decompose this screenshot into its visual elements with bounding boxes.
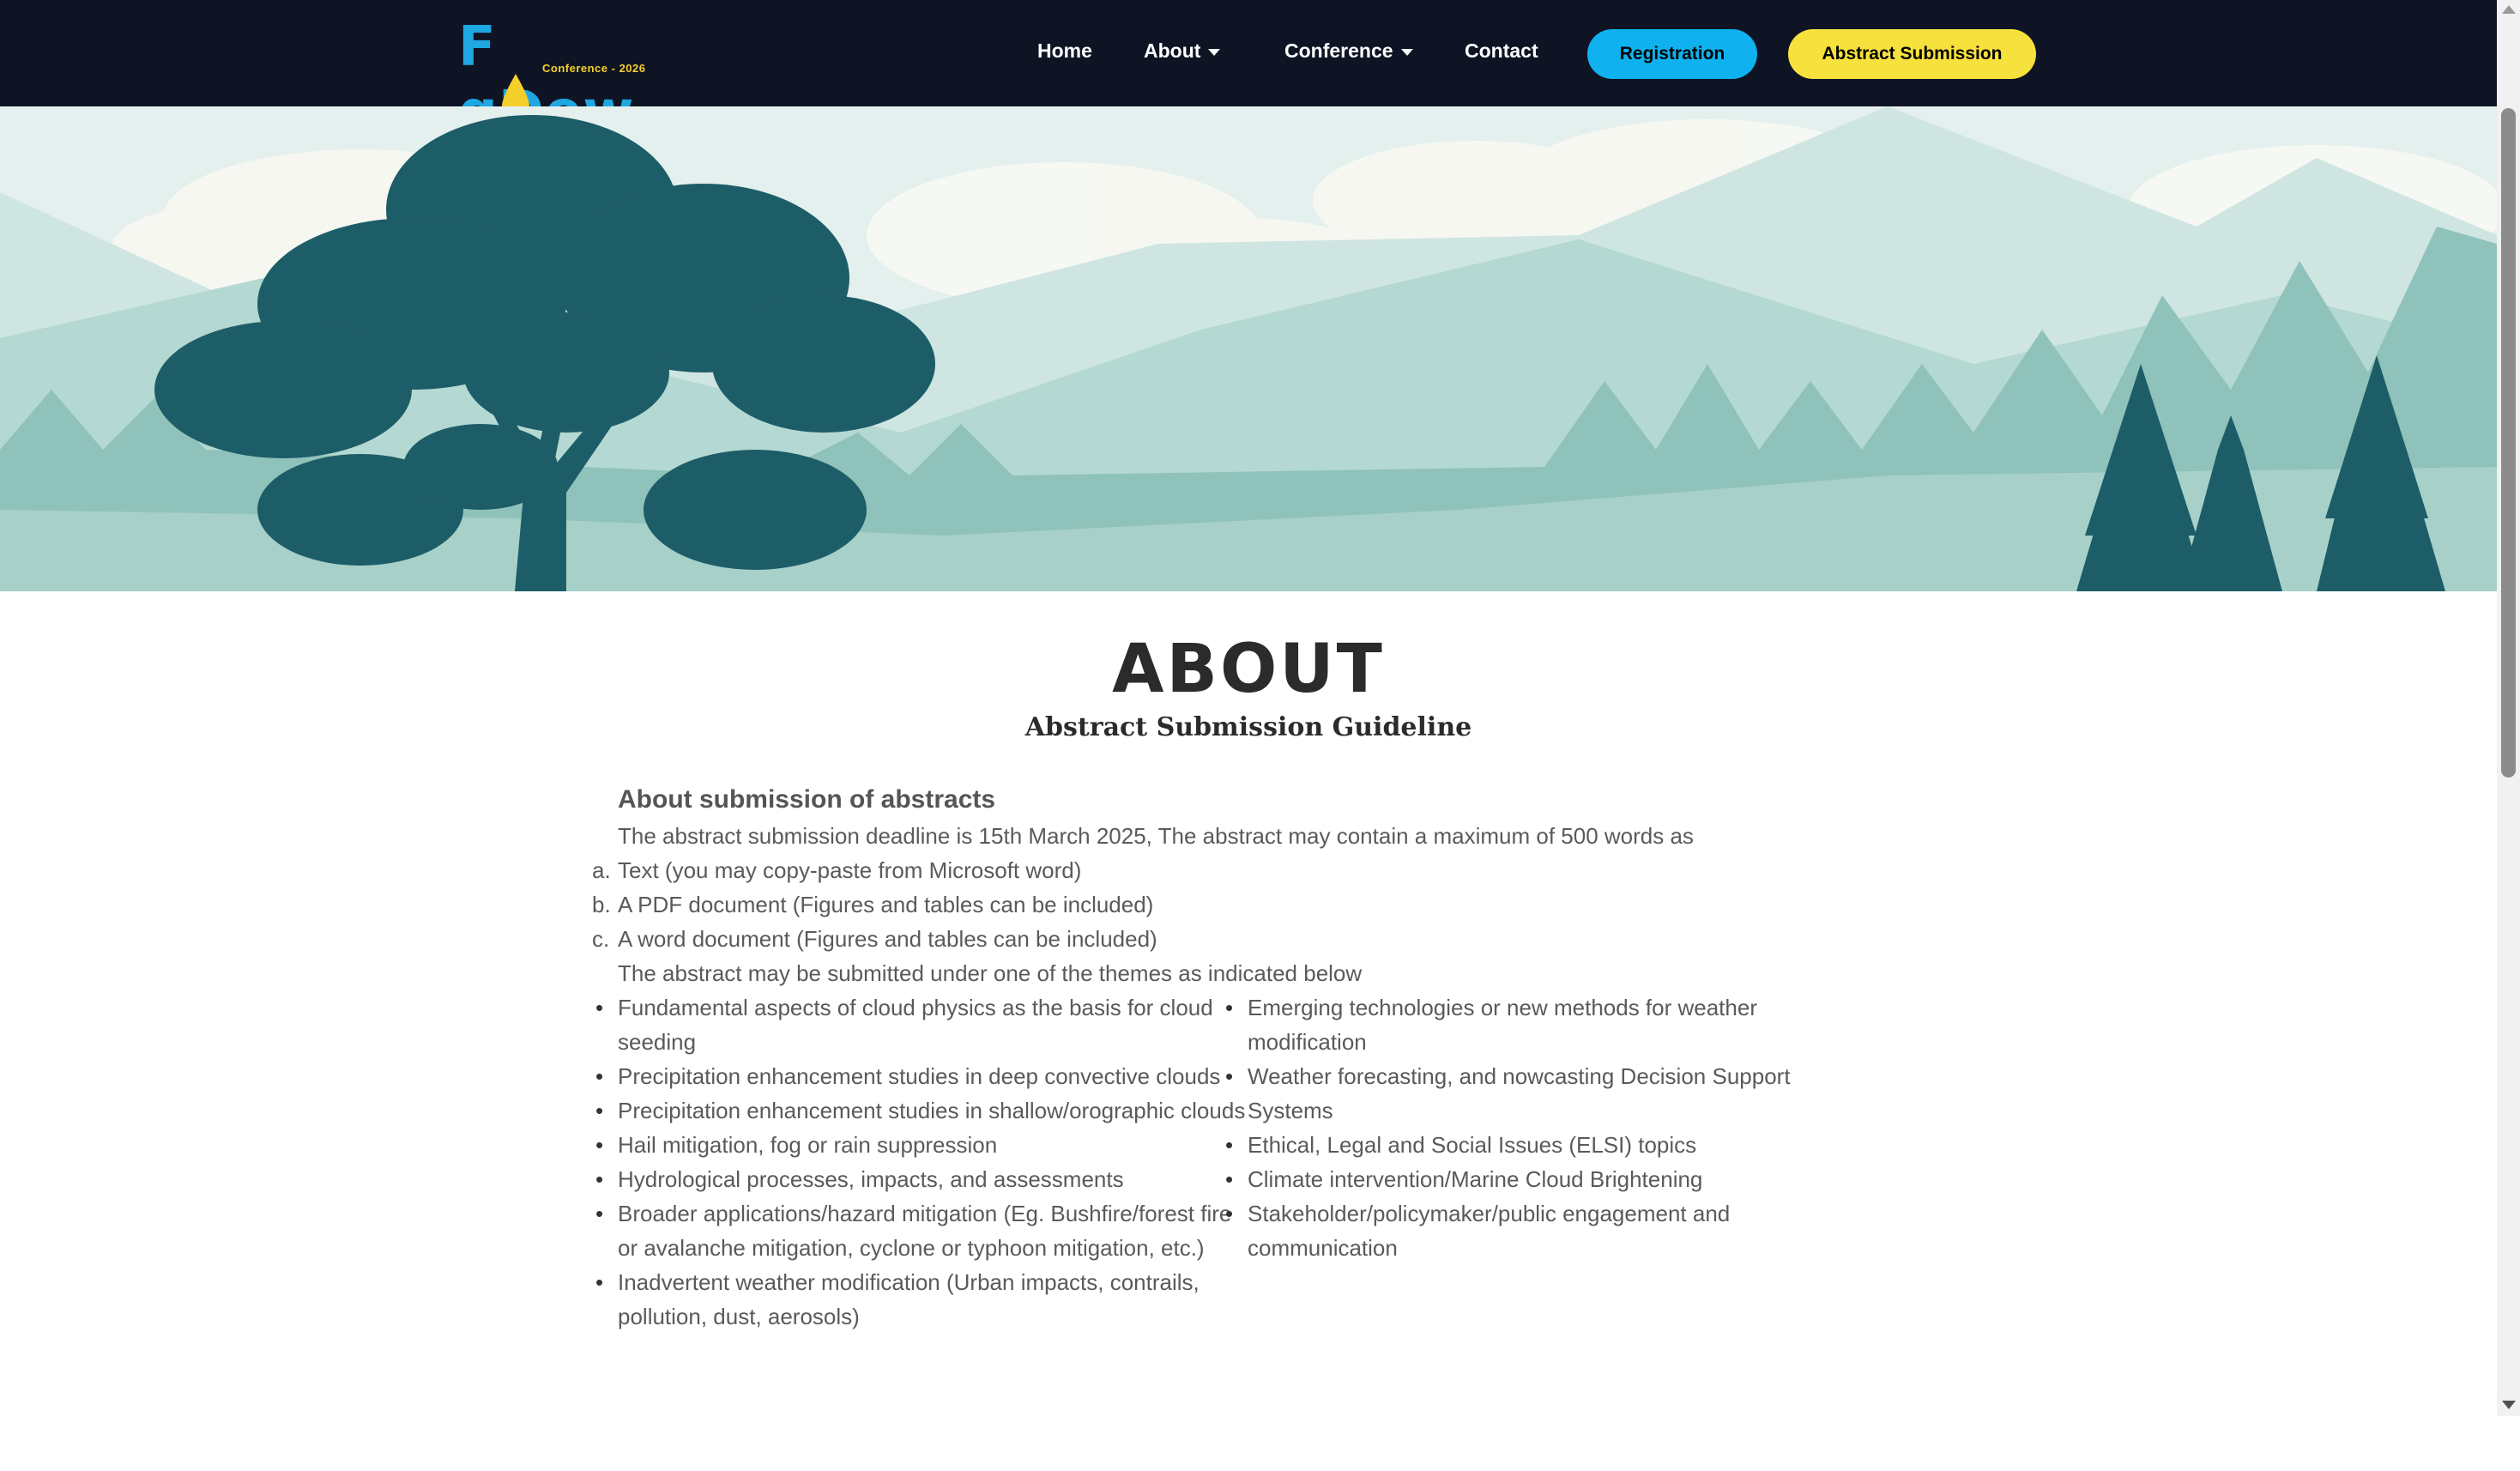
nav-home[interactable]: Home: [1037, 39, 1092, 63]
theme-item: Precipitation enhancement studies in sha…: [595, 1093, 1251, 1128]
nav-conference-label: Conference: [1284, 39, 1393, 62]
theme-item: Ethical, Legal and Social Issues (ELSI) …: [1225, 1128, 1840, 1162]
page-title: ABOUT: [1112, 631, 1385, 708]
section-heading: About submission of abstracts: [618, 785, 996, 814]
list-marker: b.: [592, 892, 611, 917]
themes-column-left: Fundamental aspects of cloud physics as …: [595, 990, 1251, 1334]
theme-item: Climate intervention/Marine Cloud Bright…: [1225, 1162, 1840, 1196]
nav-contact[interactable]: Contact: [1465, 39, 1538, 63]
landscape-illustration: [0, 106, 2497, 591]
scrollbar-thumb[interactable]: [2501, 108, 2516, 778]
themes-list: Fundamental aspects of cloud physics as …: [595, 990, 1836, 1471]
format-text: A PDF document (Figures and tables can b…: [618, 892, 1154, 917]
list-marker: c.: [592, 926, 610, 952]
navbar: FgDew Conference - 2026 Home About Confe…: [0, 0, 2497, 143]
format-list-item: a. Text (you may copy-paste from Microsof…: [592, 853, 1836, 887]
theme-item: Inadvertent weather modification (Urban …: [595, 1265, 1251, 1334]
hero-banner: [0, 106, 2497, 591]
list-marker: a.: [592, 857, 611, 883]
format-list-item: b. A PDF document (Figures and tables can…: [592, 887, 1836, 922]
theme-item: Emerging technologies or new methods for…: [1225, 990, 1840, 1059]
theme-item: Precipitation enhancement studies in dee…: [595, 1059, 1251, 1093]
format-text: A word document (Figures and tables can …: [618, 926, 1157, 952]
theme-item: Stakeholder/policymaker/public engagemen…: [1225, 1196, 1840, 1265]
logo-letter-f: F: [458, 15, 497, 79]
theme-item: Weather forecasting, and nowcasting Deci…: [1225, 1059, 1840, 1128]
nav-about[interactable]: About: [1144, 39, 1221, 63]
format-list-item: c. A word document (Figures and tables ca…: [592, 922, 1836, 956]
theme-item: Hydrological processes, impacts, and ass…: [595, 1162, 1251, 1196]
caret-down-icon: [1400, 48, 1413, 56]
scroll-down-arrow-icon[interactable]: [2502, 1401, 2516, 1409]
caret-down-icon: [1208, 48, 1221, 56]
registration-button[interactable]: Registration: [1587, 29, 1757, 79]
theme-item: Broader applications/hazard mitigation (…: [595, 1196, 1251, 1265]
fogdew-logo[interactable]: FgDew Conference - 2026: [458, 15, 681, 143]
format-list: a. Text (you may copy-paste from Microsof…: [592, 853, 1836, 956]
themes-intro: The abstract may be submitted under one …: [618, 960, 1363, 986]
themes-column-right: Emerging technologies or new methods for…: [1225, 990, 1840, 1265]
nav-about-label: About: [1144, 39, 1201, 62]
page-subtitle: Abstract Submission Guideline: [1024, 712, 1472, 742]
scroll-up-arrow-icon[interactable]: [2502, 5, 2516, 14]
theme-item: Hail mitigation, fog or rain suppression: [595, 1128, 1251, 1162]
format-text: Text (you may copy-paste from Microsoft …: [618, 857, 1082, 883]
main-content: About submission of abstracts The abstra…: [592, 781, 1836, 1471]
logo-subtext: Conference - 2026: [542, 62, 646, 75]
intro-paragraph: The abstract submission deadline is 15th…: [618, 823, 1694, 849]
abstract-submission-button[interactable]: Abstract Submission: [1788, 29, 2036, 79]
vertical-scrollbar[interactable]: [2497, 0, 2520, 1416]
nav-conference[interactable]: Conference: [1284, 39, 1413, 63]
theme-item: Fundamental aspects of cloud physics as …: [595, 990, 1251, 1059]
